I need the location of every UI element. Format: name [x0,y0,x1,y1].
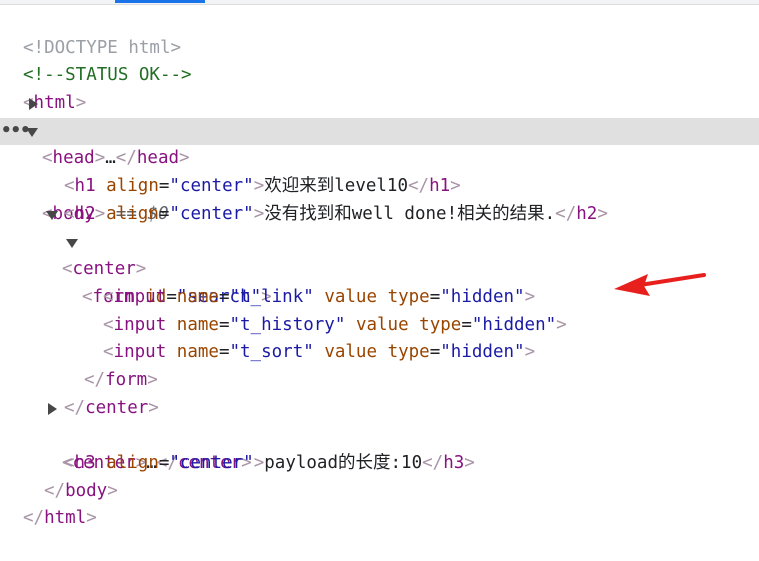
dom-node-center[interactable]: <center> [0,201,759,279]
dom-node-form-close[interactable]: </form> [0,339,759,390]
html-close-tag: html [44,508,87,529]
collapse-triangle-icon[interactable] [46,210,58,220]
dom-node-doctype[interactable]: <!DOCTYPE html> [0,7,759,58]
dom-node-body[interactable]: ••• <body> == $0 [0,117,759,224]
dom-node-h2[interactable]: <h2 align="center">没有找到和well done!相关的结果.… [0,173,759,224]
devtools-tab-bar [0,0,759,5]
annotation-arrow-icon [614,273,706,296]
dom-node-h3[interactable]: <h3 align="center">payload的长度:10</h3> [0,422,759,473]
collapse-triangle-icon[interactable] [26,127,38,137]
dom-node-head[interactable]: <head>…</head> [0,90,759,168]
dom-node-form[interactable]: <form id="search"> [0,229,759,307]
dom-node-html-close[interactable]: </html> [0,478,759,528]
active-tab-indicator [115,0,205,3]
dom-node-center-collapsed[interactable]: <center>…</center> [0,395,759,473]
dom-node-center-close[interactable]: </center> [0,367,759,418]
dom-node-html[interactable]: <html> [0,62,759,113]
collapse-triangle-icon[interactable] [66,238,78,248]
expand-triangle-icon[interactable] [48,402,57,415]
dom-node-input-t-sort[interactable]: <input name="t_sort" value type="hidden"… [0,312,759,362]
dom-node-body-close[interactable]: </body> [0,450,759,501]
dom-node-h1[interactable]: <h1 align="center">欢迎来到level10</h1> [0,145,759,196]
expand-triangle-icon[interactable] [29,98,38,111]
arrow-shaft [638,273,706,287]
dom-node-comment[interactable]: <!--STATUS OK--> [0,35,759,85]
dom-tree: <!DOCTYPE html> <!--STATUS OK--> <html> … [0,7,759,528]
